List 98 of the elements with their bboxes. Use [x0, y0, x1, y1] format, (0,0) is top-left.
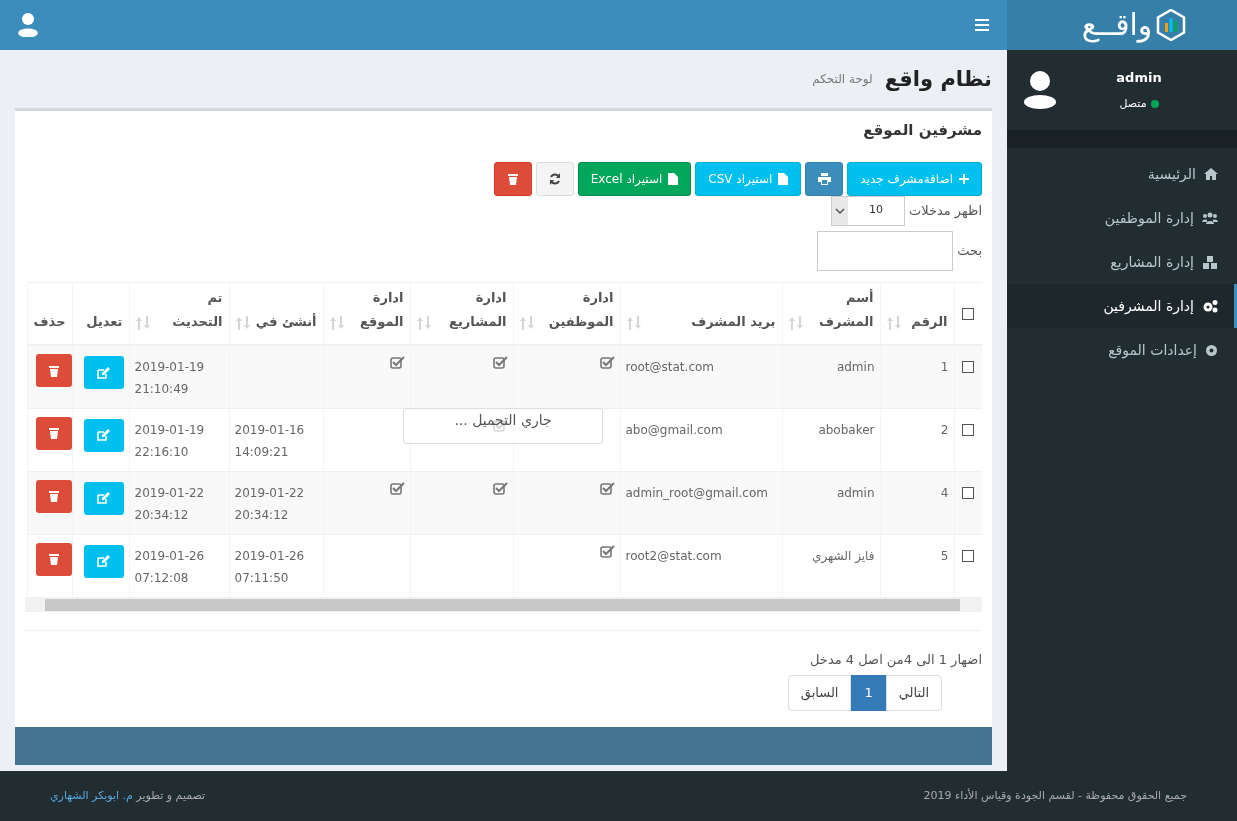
page-link[interactable]: 1: [851, 674, 886, 711]
cubes-icon: [1202, 255, 1218, 269]
edit-button[interactable]: [83, 356, 124, 389]
box-title: مشرفين الموقع: [862, 120, 982, 141]
column-header[interactable]: ادارة الموظفين: [537, 286, 614, 334]
gears-icon: [1202, 299, 1218, 313]
home-icon: [1204, 168, 1218, 180]
author-link[interactable]: م. ابوبكر الشهاري: [50, 788, 133, 802]
row-checkbox[interactable]: [962, 361, 975, 373]
table-cell-text: abobaker: [818, 421, 875, 439]
sidebar-item[interactable]: الرئيسية: [1007, 152, 1237, 196]
delete-button[interactable]: [35, 416, 72, 450]
column-header[interactable]: ادارة المشاريع: [434, 286, 507, 334]
table-cell-text: 1: [940, 359, 949, 376]
refresh-button[interactable]: [535, 161, 574, 196]
checked-box-icon: [599, 481, 615, 495]
sidebar-item[interactable]: إدارة المشرفين: [1007, 284, 1237, 328]
table-cell-text: 2019-01-26 07:11:50: [234, 547, 306, 587]
table-cell-text: admin: [836, 359, 875, 376]
table-cell-text: 4: [940, 484, 949, 502]
page-link[interactable]: السابق: [787, 674, 852, 711]
table-cell-text: admin: [836, 484, 875, 502]
checked-box-icon: [599, 544, 615, 558]
edit-icon: [97, 492, 110, 504]
checked-box-icon: [389, 356, 405, 369]
delete-button[interactable]: [35, 354, 72, 387]
checked-box-icon: [492, 481, 508, 495]
status-text: متصل: [1119, 95, 1147, 112]
cube-logo-icon: [1156, 9, 1187, 41]
column-header[interactable]: الرقم: [911, 310, 948, 334]
edit-icon: [97, 429, 110, 441]
edit-icon: [97, 366, 110, 379]
length-label: اظهر مدخلات: [908, 201, 982, 221]
page-title: نظام واقع: [884, 69, 992, 90]
checked-box-icon: [599, 356, 615, 369]
print-button[interactable]: [805, 161, 844, 196]
column-header[interactable]: أنشئ في: [255, 310, 317, 334]
file-icon: [778, 172, 789, 185]
trash-icon: [48, 553, 59, 565]
table-info: اضهار 1 الى 4من اصل 4 مدخل: [810, 651, 982, 667]
row-checkbox[interactable]: [962, 549, 975, 562]
table-cell-text: root2@stat.com: [625, 547, 722, 565]
column-header: حذف: [33, 313, 66, 331]
table-cell-text: 2019-01-16 14:09:21: [234, 421, 306, 461]
edit-icon: [97, 555, 110, 567]
column-header[interactable]: أسم المشرف: [806, 286, 874, 334]
column-header[interactable]: تم التحديث: [153, 286, 223, 334]
edit-button[interactable]: [83, 544, 124, 578]
sidebar-item[interactable]: إدارة المشاريع: [1007, 240, 1237, 284]
file-icon: [668, 172, 679, 185]
row-checkbox[interactable]: [962, 486, 975, 499]
table-cell-text: 2019-01-22 20:34:12: [234, 484, 306, 524]
edit-button[interactable]: [83, 418, 124, 452]
select-all-checkbox[interactable]: [962, 308, 975, 320]
table-cell-text: 2019-01-26 07:12:08: [134, 547, 206, 587]
page-link[interactable]: التالي: [885, 674, 942, 711]
copyright-text: جميع الحقوق محفوظة - لقسم الجودة وقياس الأداء 2019: [923, 787, 1187, 804]
print-icon: [817, 172, 831, 185]
table-cell-text: 2019-01-19 21:10:49: [134, 359, 206, 398]
refresh-icon: [548, 172, 561, 185]
column-header[interactable]: بريد المشرف: [691, 310, 776, 334]
trash-icon: [48, 490, 59, 502]
table-cell-text: فايز الشهري: [812, 547, 875, 566]
processing-indicator: جاري التحميل ...: [403, 407, 603, 444]
plus-icon: [959, 173, 969, 184]
delete-button[interactable]: [493, 161, 532, 196]
credit-text: تصميم و تطوير م. ابوبكر الشهاري: [50, 787, 206, 804]
delete-button[interactable]: [35, 479, 72, 513]
checked-box-icon: [389, 481, 405, 495]
user-name: admin: [1116, 69, 1162, 87]
table-cell-text: 5: [940, 547, 949, 565]
column-header[interactable]: ادارة الموقع: [347, 286, 404, 334]
table-cell-text: abo@gmail.com: [625, 421, 723, 439]
sidebar-item[interactable]: إعدادات الموقع: [1007, 328, 1237, 372]
gear-icon: [1205, 343, 1218, 357]
edit-button[interactable]: [83, 481, 124, 515]
table-cell-text: 2019-01-22 20:34:12: [134, 484, 206, 524]
trash-icon: [48, 364, 59, 377]
table-cell-text: admin_root@gmail.com: [625, 484, 768, 502]
row-checkbox[interactable]: [962, 423, 975, 436]
sidebar-item[interactable]: إدارة الموظفين: [1007, 196, 1237, 240]
table-cell-text: 2019-01-19 22:16:10: [134, 421, 206, 461]
search-label: بحث: [957, 241, 982, 260]
user-icon[interactable]: [18, 13, 38, 37]
entries-select[interactable]: 10: [830, 195, 905, 226]
page-subtitle: لوحة التحكم: [812, 70, 873, 88]
column-header: تعديل: [86, 313, 123, 331]
trash-icon: [507, 172, 518, 185]
users-icon: [1202, 212, 1218, 224]
table-cell-text: root@stat.com: [625, 359, 715, 376]
table-cell-text: 2: [940, 421, 949, 439]
user-avatar-icon: [1023, 71, 1057, 109]
delete-button[interactable]: [35, 542, 72, 576]
search-field[interactable]: [817, 230, 954, 271]
checked-box-icon: [492, 356, 508, 369]
menu-icon[interactable]: [975, 19, 989, 31]
caret-icon: [831, 196, 848, 225]
trash-icon: [48, 427, 59, 439]
